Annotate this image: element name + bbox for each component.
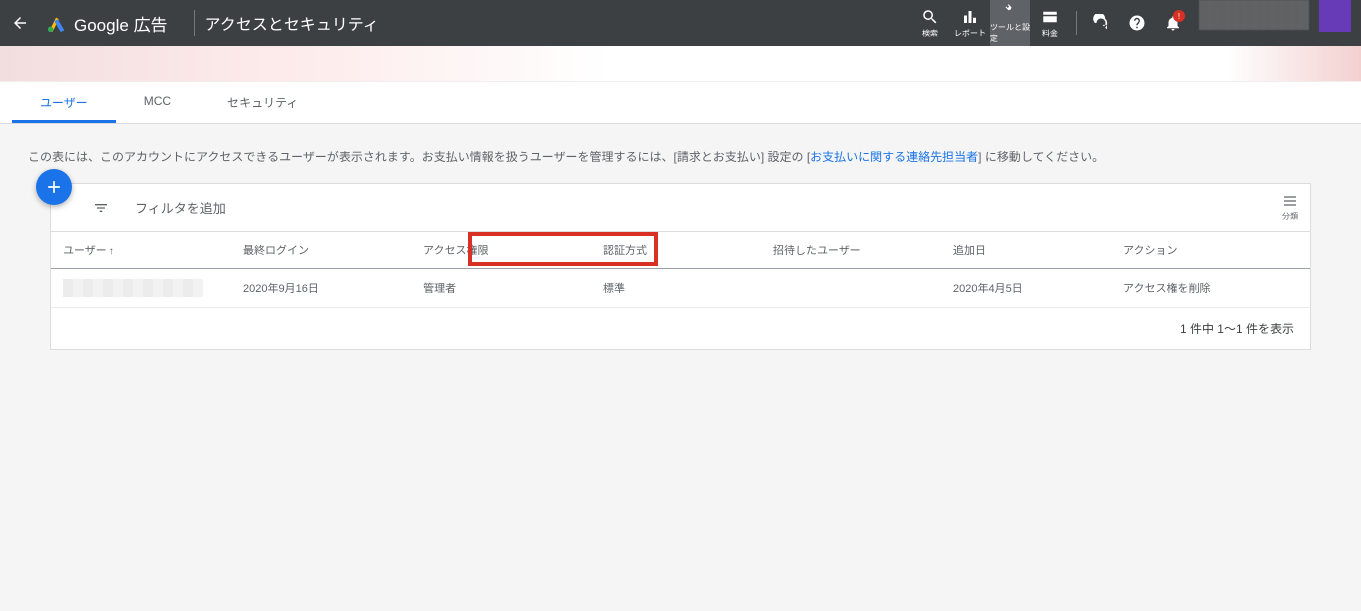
cell-auth-method: 標準 — [591, 269, 761, 308]
notification-badge: ! — [1173, 10, 1185, 22]
avatar[interactable] — [1319, 0, 1351, 32]
account-info[interactable] — [1199, 0, 1309, 30]
app-title: Google 広告 — [74, 11, 184, 36]
tabs: ユーザー MCC セキュリティ — [0, 82, 1361, 124]
notifications-button[interactable]: ! — [1155, 0, 1191, 46]
help-button[interactable] — [1119, 0, 1155, 46]
col-action[interactable]: アクション — [1111, 232, 1310, 269]
search-button[interactable]: 検索 — [910, 0, 950, 46]
cell-user — [51, 269, 231, 308]
tools-settings-label: ツールと設定 — [990, 22, 1030, 44]
reports-button[interactable]: レポート — [950, 0, 990, 46]
user-redacted — [63, 279, 203, 297]
col-invited-user[interactable]: 招待したユーザー — [761, 232, 941, 269]
col-access-level[interactable]: アクセス権限 — [411, 232, 591, 269]
user-card: フィルタを追加 分類 ユーザー↑ 最終ログイン アクセス権限 認証方式 招待した… — [50, 183, 1311, 350]
refresh-button[interactable] — [1083, 0, 1119, 46]
billing-contacts-link[interactable]: お支払いに関する連絡先担当者 — [810, 150, 978, 164]
cell-action[interactable]: アクセス権を削除 — [1111, 269, 1310, 308]
google-ads-logo-icon — [46, 12, 68, 34]
sort-asc-icon: ↑ — [109, 246, 114, 257]
col-date-added[interactable]: 追加日 — [941, 232, 1111, 269]
billing-button[interactable]: 料金 — [1030, 0, 1070, 46]
table-row: 2020年9月16日 管理者 標準 2020年4月5日 アクセス権を削除 — [51, 269, 1310, 308]
tab-mcc[interactable]: MCC — [116, 82, 199, 123]
add-user-button[interactable] — [36, 169, 72, 205]
reports-label: レポート — [954, 28, 986, 39]
segment-label: 分類 — [1282, 211, 1298, 222]
col-auth-method[interactable]: 認証方式 — [591, 232, 761, 269]
cell-invited-user — [761, 269, 941, 308]
divider — [1076, 11, 1077, 35]
tab-security[interactable]: セキュリティ — [199, 82, 326, 123]
info-text: この表には、このアカウントにアクセスできるユーザーが表示されます。お支払い情報を… — [0, 124, 1361, 183]
divider — [194, 10, 195, 36]
cell-date-added: 2020年4月5日 — [941, 269, 1111, 308]
add-filter-label[interactable]: フィルタを追加 — [135, 198, 226, 217]
tools-settings-button[interactable]: ツールと設定 — [990, 0, 1030, 46]
segment-button[interactable]: 分類 — [1270, 193, 1310, 222]
page-title: アクセスとセキュリティ — [205, 11, 379, 35]
search-label: 検索 — [922, 28, 938, 39]
col-user[interactable]: ユーザー↑ — [51, 232, 231, 269]
tab-user[interactable]: ユーザー — [12, 82, 116, 123]
cell-access-level[interactable]: 管理者 — [411, 269, 591, 308]
col-last-login[interactable]: 最終ログイン — [231, 232, 411, 269]
filter-bar: フィルタを追加 分類 — [51, 184, 1310, 232]
info-prefix: この表には、このアカウントにアクセスできるユーザーが表示されます。お支払い情報を… — [28, 150, 810, 164]
table-header-row: ユーザー↑ 最終ログイン アクセス権限 認証方式 招待したユーザー 追加日 アク… — [51, 232, 1310, 269]
billing-label: 料金 — [1042, 28, 1058, 39]
info-suffix: ] に移動してください。 — [978, 150, 1104, 164]
users-table: ユーザー↑ 最終ログイン アクセス権限 認証方式 招待したユーザー 追加日 アク… — [51, 232, 1310, 308]
back-button[interactable] — [0, 0, 40, 46]
filter-icon[interactable] — [91, 200, 111, 216]
pagination-info: 1 件中 1～1 件を表示 — [51, 308, 1310, 349]
header-tools: 検索 レポート ツールと設定 料金 ! — [910, 0, 1361, 46]
app-header: Google 広告 アクセスとセキュリティ 検索 レポート ツールと設定 料金 — [0, 0, 1361, 46]
account-subheader — [0, 46, 1361, 82]
cell-last-login: 2020年9月16日 — [231, 269, 411, 308]
